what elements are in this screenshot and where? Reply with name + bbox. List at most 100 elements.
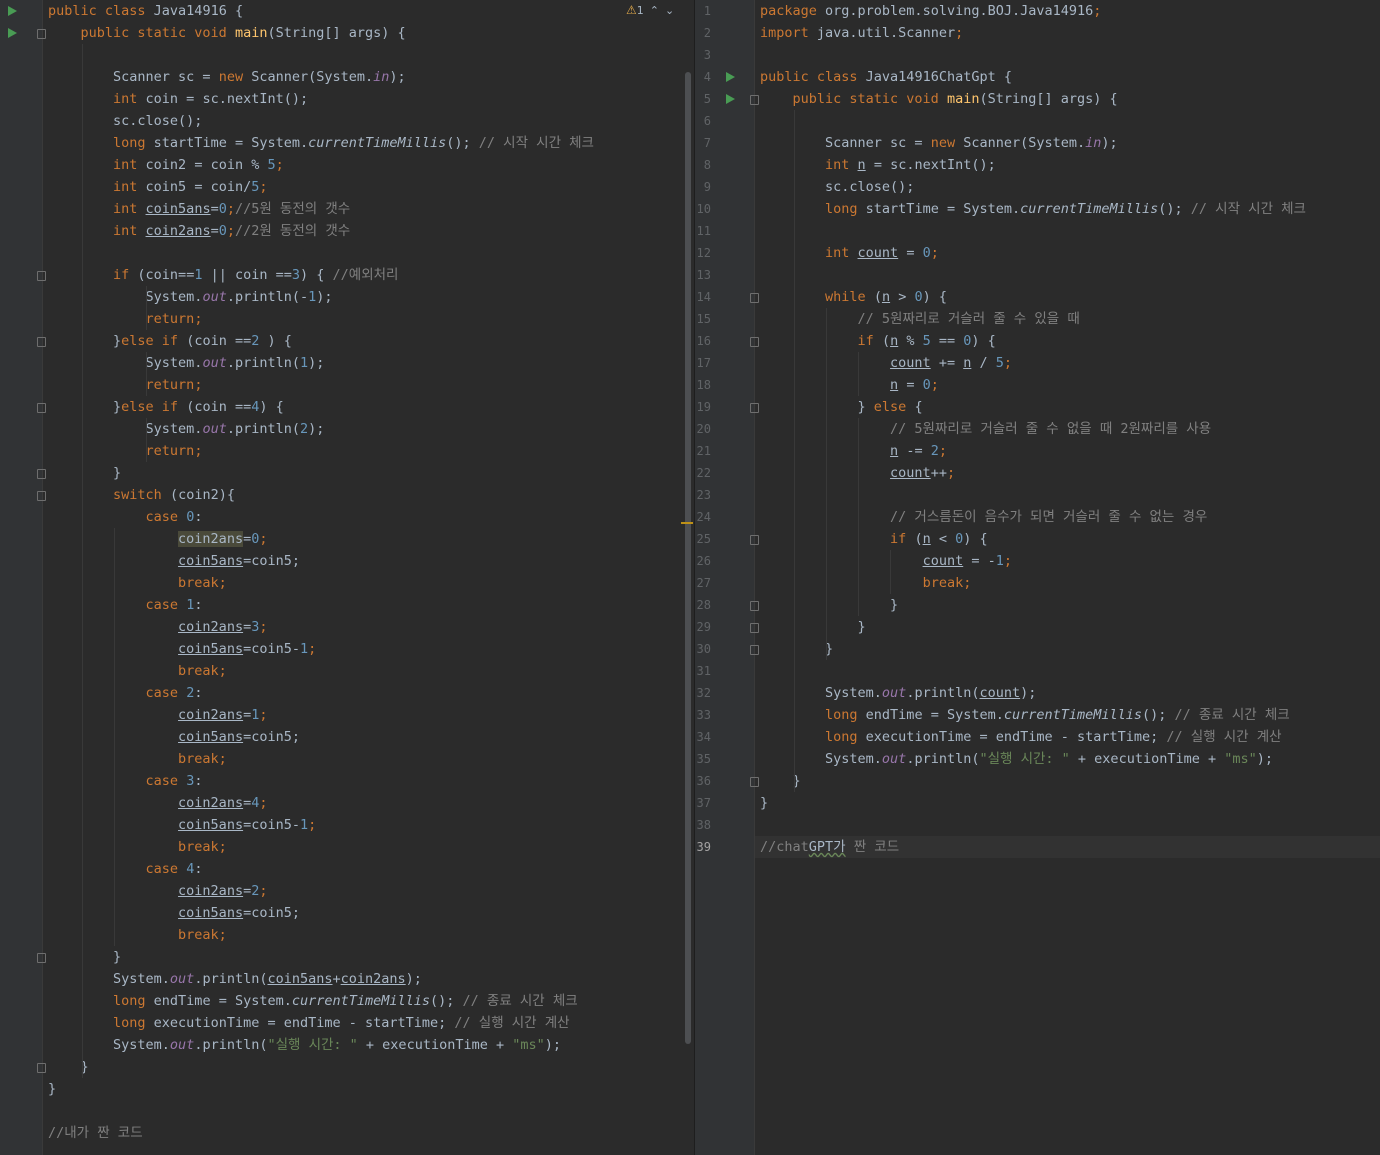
line-number[interactable]: 5 xyxy=(695,88,711,110)
line-number[interactable]: 13 xyxy=(695,264,711,286)
code-line[interactable]: //내가 짠 코드 xyxy=(48,1122,143,1144)
code-line[interactable]: coin5ans=coin5-1; xyxy=(48,814,316,836)
code-line[interactable]: case 4: xyxy=(48,858,203,880)
fold-icon[interactable] xyxy=(37,1063,46,1073)
code-line[interactable]: coin2ans=2; xyxy=(48,880,267,902)
line-number[interactable]: 6 xyxy=(695,110,711,132)
line-number[interactable]: 23 xyxy=(695,484,711,506)
code-line[interactable]: coin2ans=4; xyxy=(48,792,267,814)
line-number[interactable]: 35 xyxy=(695,748,711,770)
fold-icon[interactable] xyxy=(750,403,759,413)
fold-icon[interactable] xyxy=(37,29,46,39)
line-number[interactable]: 3 xyxy=(695,44,711,66)
code-line[interactable]: // 5원짜리로 거슬러 줄 수 없을 때 2원짜리를 사용 xyxy=(760,418,1211,440)
code-line[interactable]: int coin5ans=0;//5원 동전의 갯수 xyxy=(48,198,350,220)
line-number[interactable]: 14 xyxy=(695,286,711,308)
chevron-up-icon[interactable]: ⌃ xyxy=(650,3,659,19)
code-line[interactable]: System.out.println(2); xyxy=(48,418,325,440)
code-line[interactable]: } xyxy=(760,594,898,616)
line-number[interactable]: 7 xyxy=(695,132,711,154)
line-number[interactable]: 34 xyxy=(695,726,711,748)
run-gutter-icon[interactable] xyxy=(8,6,17,16)
code-line[interactable]: System.out.println(count); xyxy=(760,682,1036,704)
fold-icon[interactable] xyxy=(37,953,46,963)
fold-icon[interactable] xyxy=(750,95,759,105)
code-line[interactable]: System.out.println(1); xyxy=(48,352,325,374)
line-number[interactable]: 22 xyxy=(695,462,711,484)
code-line[interactable]: return; xyxy=(48,374,203,396)
line-number[interactable]: 4 xyxy=(695,66,711,88)
line-number[interactable]: 16 xyxy=(695,330,711,352)
line-number[interactable]: 32 xyxy=(695,682,711,704)
code-line[interactable]: // 5원짜리로 거슬러 줄 수 있을 때 xyxy=(760,308,1080,330)
fold-icon[interactable] xyxy=(750,293,759,303)
fold-icon[interactable] xyxy=(37,469,46,479)
line-number[interactable]: 39 xyxy=(695,836,711,858)
code-line[interactable]: int coin5 = coin/5; xyxy=(48,176,267,198)
line-number[interactable]: 27 xyxy=(695,572,711,594)
code-line[interactable]: System.out.println("실행 시간: " + execution… xyxy=(48,1034,561,1056)
right-editor-pane[interactable]: 1 2 3 4 5 6 7 8 9 10 11 12 13 14 15 16 17 18 19 20 21 22 23 24 2… xyxy=(695,0,1380,1155)
code-line[interactable]: long executionTime = endTime - startTime… xyxy=(760,726,1282,748)
code-line[interactable]: }else if (coin ==4) { xyxy=(48,396,284,418)
code-line[interactable]: break; xyxy=(760,572,972,594)
code-line[interactable]: while (n > 0) { xyxy=(760,286,947,308)
line-number[interactable]: 29 xyxy=(695,616,711,638)
code-line[interactable]: coin2ans=3; xyxy=(48,616,267,638)
code-line[interactable]: int coin = sc.nextInt(); xyxy=(48,88,308,110)
code-line[interactable]: } xyxy=(760,616,866,638)
inspection-widget[interactable]: ⚠1 ⌃ ⌄ xyxy=(626,2,674,18)
code-line[interactable]: case 1: xyxy=(48,594,203,616)
right-gutter[interactable]: 1 2 3 4 5 6 7 8 9 10 11 12 13 14 15 16 17 18 19 20 21 22 23 24 2… xyxy=(695,0,759,1155)
left-gutter[interactable] xyxy=(0,0,46,1155)
line-number[interactable]: 36 xyxy=(695,770,711,792)
code-line[interactable]: System.out.println(coin5ans+coin2ans); xyxy=(48,968,422,990)
line-number[interactable]: 37 xyxy=(695,792,711,814)
line-number[interactable]: 30 xyxy=(695,638,711,660)
line-number[interactable]: 25 xyxy=(695,528,711,550)
line-number[interactable]: 9 xyxy=(695,176,711,198)
fold-icon[interactable] xyxy=(750,601,759,611)
warning-stripe-marker[interactable] xyxy=(681,522,693,524)
code-line[interactable]: break; xyxy=(48,660,227,682)
run-gutter-icon[interactable] xyxy=(726,94,735,104)
code-line[interactable]: n = 0; xyxy=(760,374,939,396)
code-line[interactable]: import java.util.Scanner; xyxy=(760,22,963,44)
line-number[interactable]: 10 xyxy=(695,198,711,220)
line-number[interactable]: 15 xyxy=(695,308,711,330)
line-number[interactable]: 2 xyxy=(695,22,711,44)
code-line[interactable]: Scanner sc = new Scanner(System.in); xyxy=(48,66,406,88)
code-line[interactable]: int n = sc.nextInt(); xyxy=(760,154,996,176)
run-gutter-icon[interactable] xyxy=(8,28,17,38)
fold-icon[interactable] xyxy=(37,491,46,501)
line-number[interactable]: 12 xyxy=(695,242,711,264)
line-number[interactable]: 28 xyxy=(695,594,711,616)
line-number[interactable]: 18 xyxy=(695,374,711,396)
fold-icon[interactable] xyxy=(750,535,759,545)
code-line[interactable]: coin5ans=coin5; xyxy=(48,726,300,748)
code-line[interactable]: if (n % 5 == 0) { xyxy=(760,330,996,352)
code-line[interactable]: case 2: xyxy=(48,682,203,704)
code-line[interactable]: case 0: xyxy=(48,506,203,528)
code-line[interactable]: } xyxy=(760,792,768,814)
line-number[interactable]: 8 xyxy=(695,154,711,176)
code-line[interactable]: coin5ans=coin5; xyxy=(48,902,300,924)
code-line[interactable]: sc.close(); xyxy=(48,110,202,132)
fold-icon[interactable] xyxy=(37,337,46,347)
run-gutter-icon[interactable] xyxy=(726,72,735,82)
code-line[interactable]: long endTime = System.currentTimeMillis(… xyxy=(760,704,1290,726)
left-editor-pane[interactable]: public class Java14916 { public static v… xyxy=(0,0,694,1155)
code-line[interactable]: break; xyxy=(48,924,227,946)
fold-icon[interactable] xyxy=(750,623,759,633)
fold-icon[interactable] xyxy=(750,777,759,787)
code-line[interactable]: coin5ans=coin5; xyxy=(48,550,300,572)
code-line[interactable]: count = -1; xyxy=(760,550,1012,572)
code-line[interactable]: } xyxy=(48,462,121,484)
line-number[interactable]: 17 xyxy=(695,352,711,374)
code-line[interactable]: int coin2 = coin % 5; xyxy=(48,154,284,176)
code-line[interactable]: if (coin==1 || coin ==3) { //예외처리 xyxy=(48,264,398,286)
code-line[interactable]: Scanner sc = new Scanner(System.in); xyxy=(760,132,1118,154)
code-line[interactable]: long executionTime = endTime - startTime… xyxy=(48,1012,570,1034)
code-line[interactable]: } xyxy=(48,946,121,968)
code-line[interactable]: public static void main(String[] args) { xyxy=(48,22,406,44)
